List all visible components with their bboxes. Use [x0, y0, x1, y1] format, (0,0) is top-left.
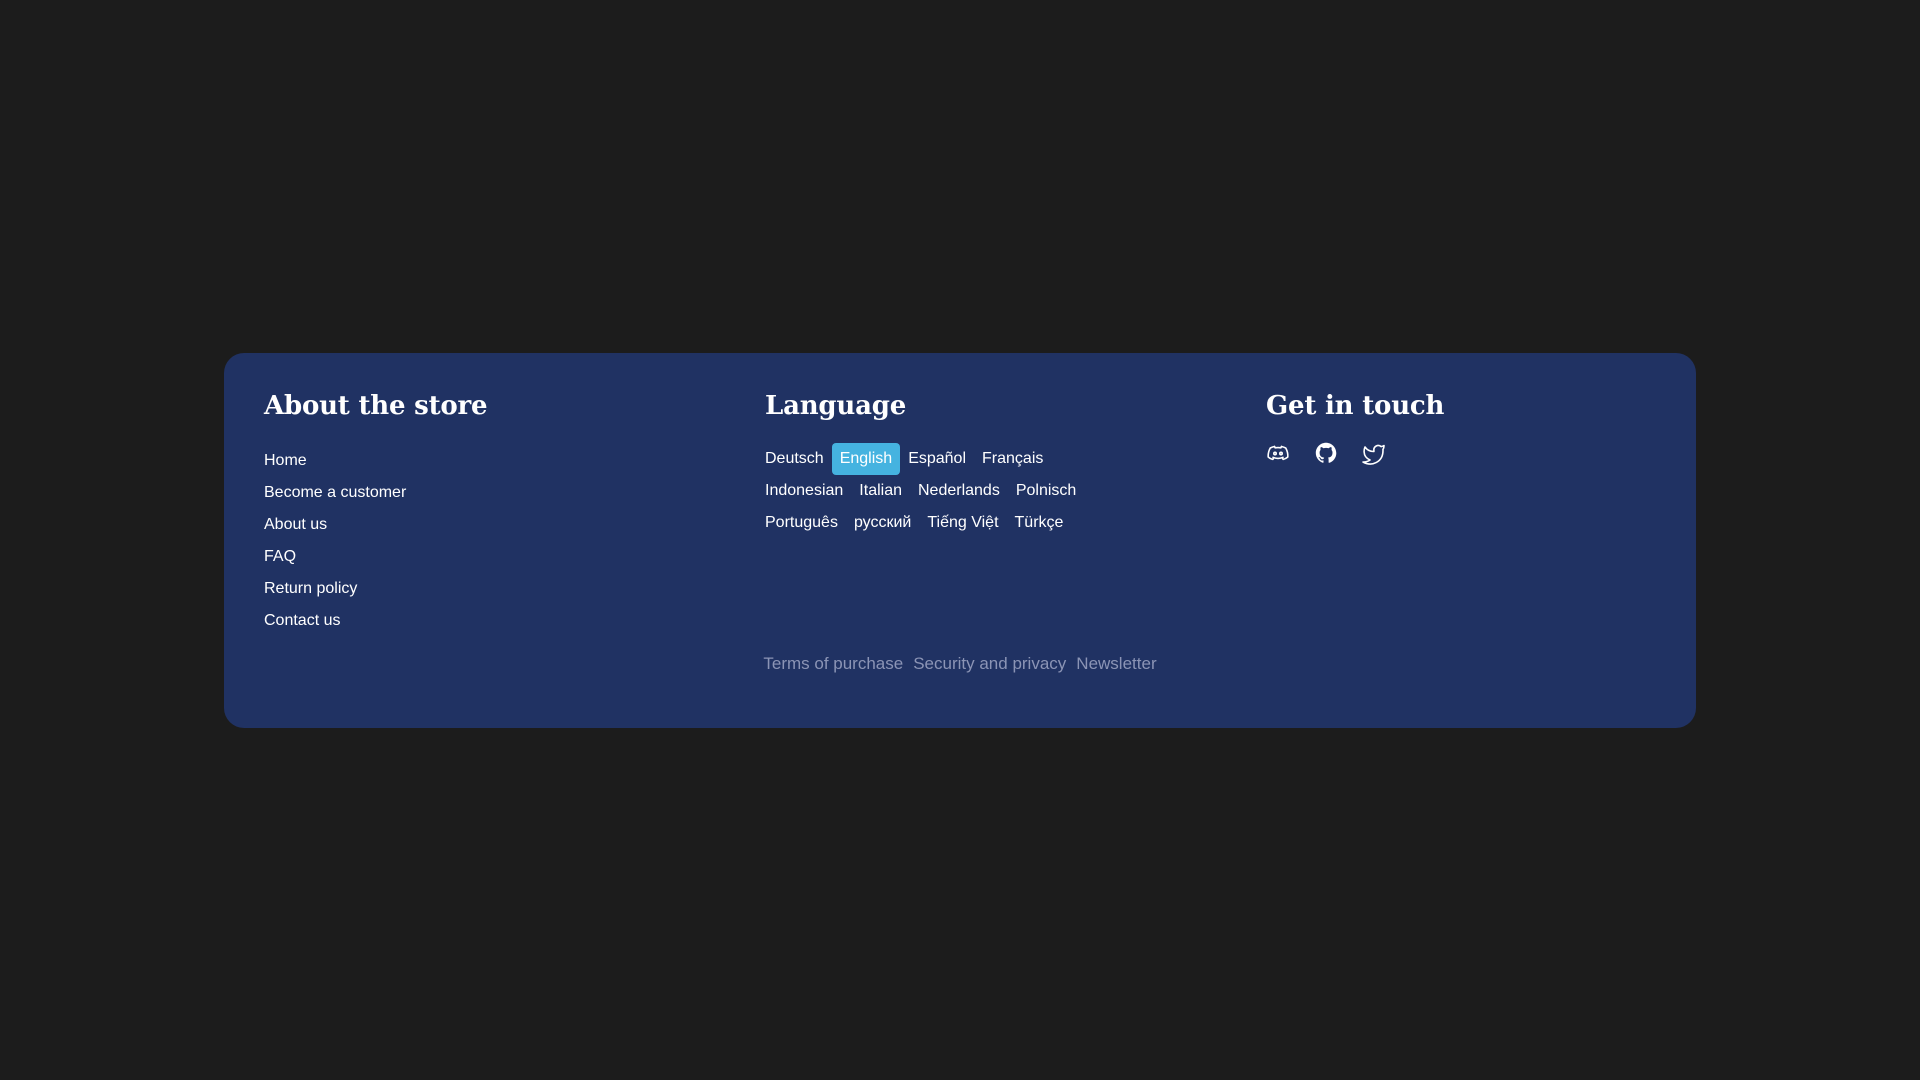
return-policy-link[interactable]: Return policy	[264, 580, 357, 597]
about-section: About the store Home Become a customer A…	[264, 393, 724, 637]
terms-of-purchase-link[interactable]: Terms of purchase	[763, 654, 903, 674]
about-heading: About the store	[264, 391, 488, 421]
contact-section: Get in touch	[1266, 393, 1646, 465]
become-customer-link[interactable]: Become a customer	[264, 484, 406, 501]
home-link[interactable]: Home	[264, 452, 307, 469]
about-link-item: About us	[264, 509, 724, 541]
social-links	[1266, 441, 1646, 465]
twitter-icon[interactable]	[1362, 441, 1386, 465]
language-section: Language Deutsch English Español Françai…	[765, 393, 1225, 539]
language-option-francais[interactable]: Français	[974, 443, 1051, 475]
language-option-turkce[interactable]: Türkçe	[1007, 507, 1072, 539]
about-link-item: Home	[264, 445, 724, 477]
github-icon[interactable]	[1314, 441, 1338, 465]
language-option-deutsch[interactable]: Deutsch	[765, 443, 832, 475]
language-option-espanol[interactable]: Español	[900, 443, 974, 475]
language-option-nederlands[interactable]: Nederlands	[910, 475, 1008, 507]
security-privacy-link[interactable]: Security and privacy	[913, 654, 1066, 674]
site-footer: About the store Home Become a customer A…	[224, 353, 1696, 728]
language-option-italian[interactable]: Italian	[851, 475, 910, 507]
language-option-vietnamese[interactable]: Tiếng Việt	[919, 507, 1006, 539]
about-links: Home Become a customer About us FAQ Retu…	[264, 445, 724, 637]
language-options: Deutsch English Español Français Indones…	[765, 443, 1225, 539]
language-option-indonesian[interactable]: Indonesian	[765, 475, 851, 507]
about-link-item: FAQ	[264, 541, 724, 573]
language-option-russian[interactable]: русский	[846, 507, 919, 539]
about-link-item: Contact us	[264, 605, 724, 637]
newsletter-link[interactable]: Newsletter	[1076, 654, 1156, 674]
language-row: Indonesian Italian Nederlands Polnisch	[765, 475, 1225, 507]
legal-links: Terms of purchase Security and privacy N…	[224, 654, 1696, 674]
about-link-item: Become a customer	[264, 477, 724, 509]
language-option-polnisch[interactable]: Polnisch	[1008, 475, 1084, 507]
contact-us-link[interactable]: Contact us	[264, 612, 340, 629]
discord-icon[interactable]	[1266, 441, 1290, 465]
about-link-item: Return policy	[264, 573, 724, 605]
language-heading: Language	[765, 391, 907, 421]
contact-heading: Get in touch	[1266, 391, 1445, 421]
language-option-portugues[interactable]: Português	[765, 507, 846, 539]
language-option-english[interactable]: English	[831, 443, 901, 475]
faq-link[interactable]: FAQ	[264, 548, 296, 565]
about-us-link[interactable]: About us	[264, 516, 327, 533]
language-row: Português русский Tiếng Việt Türkçe	[765, 507, 1225, 539]
language-row: Deutsch English Español Français	[765, 443, 1225, 475]
